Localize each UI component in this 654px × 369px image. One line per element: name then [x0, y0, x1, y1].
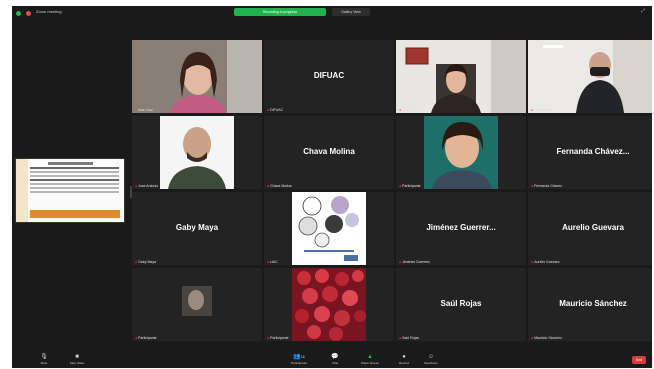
participant-video: [132, 116, 262, 189]
participant-caption: UAC: [270, 260, 278, 264]
participant-avatar: [264, 268, 394, 341]
participant-caption: Gaby Maya: [138, 260, 157, 264]
participant-name: Gaby Maya: [175, 223, 219, 232]
reactions-button[interactable]: ☺ Reactions: [418, 354, 444, 365]
muted-mic-icon: ●: [531, 336, 534, 340]
participant-tile[interactable]: Saúl Rojas ●Saúl Rojas: [396, 268, 526, 341]
participant-tile[interactable]: ●Participante: [132, 268, 262, 341]
muted-mic-icon: ●: [267, 336, 270, 340]
participant-tile[interactable]: ●Participante: [396, 116, 526, 189]
muted-mic-icon: ●: [135, 336, 138, 340]
zoom-window: Zoom meeting Recording in progress Galle…: [12, 6, 652, 368]
participant-video: [132, 40, 262, 113]
participant-caption: Usuario: [402, 108, 415, 112]
participant-tile[interactable]: DIFUAC ●DIFUAC: [264, 40, 394, 113]
participant-caption: DIFUAC: [270, 108, 284, 112]
participant-tile[interactable]: Jiménez Guerrer... ●Jiménez Guerrero: [396, 192, 526, 265]
recording-icon: [26, 11, 31, 16]
participant-caption: Chava Molina: [270, 184, 292, 188]
muted-mic-icon: ●: [267, 184, 270, 188]
video-camera-icon: ■: [75, 354, 79, 360]
muted-mic-icon: ●: [135, 260, 138, 264]
participant-tile[interactable]: ●Usuario: [396, 40, 526, 113]
muted-mic-icon: ●: [531, 184, 534, 188]
participant-avatar: [132, 268, 262, 341]
participant-name: Fernanda Chávez...: [556, 147, 630, 156]
muted-mic-icon: ●: [531, 260, 534, 264]
participant-tile[interactable]: Fernanda Chávez... ●Fernanda Chávez: [528, 116, 652, 189]
end-meeting-button[interactable]: End: [632, 356, 646, 364]
participants-count: 16: [300, 355, 305, 359]
participant-video: [396, 116, 526, 189]
mute-button[interactable]: 🎙 Mute: [30, 354, 58, 365]
participant-video: [396, 40, 526, 113]
participant-caption: Fernanda Chávez: [534, 184, 562, 188]
meeting-toolbar: 🎙 Mute ■ Stop Video 👥16 Participants 💬 Chat …: [12, 353, 652, 368]
muted-mic-icon: ●: [399, 108, 402, 112]
recording-banner[interactable]: Recording in progress: [234, 8, 326, 16]
title-bar: Zoom meeting Recording in progress Galle…: [12, 6, 652, 20]
participant-caption: Participante: [534, 108, 553, 112]
participant-tile[interactable]: Gaby Maya ●Gaby Maya: [132, 192, 262, 265]
muted-mic-icon: ●: [267, 260, 270, 264]
participant-name: Jiménez Guerrer...: [426, 223, 496, 232]
smiley-icon: ☺: [427, 354, 435, 360]
muted-mic-icon: ●: [135, 108, 138, 112]
muted-mic-icon: ●: [399, 336, 402, 340]
participant-tile[interactable]: ●UAC: [264, 192, 394, 265]
participants-button[interactable]: 👥16 Participants: [282, 354, 316, 365]
participant-caption: Jose Antonio: [138, 184, 159, 188]
muted-mic-icon: ●: [399, 184, 402, 188]
record-button[interactable]: ● Record: [394, 354, 414, 365]
fullscreen-icon[interactable]: ⤢: [641, 8, 649, 16]
participant-name: Chava Molina: [303, 147, 355, 156]
stop-video-button[interactable]: ■ Stop Video: [62, 354, 92, 365]
view-button[interactable]: Gallery View: [332, 8, 370, 16]
shared-screen-thumbnail[interactable]: [15, 158, 125, 223]
participant-tile[interactable]: ●Participante: [264, 268, 394, 341]
participant-name: DIFUAC: [313, 71, 345, 80]
shield-icon[interactable]: [16, 11, 21, 16]
participant-name: Aurelio Guevara: [562, 223, 624, 232]
microphone-icon: 🎙: [40, 354, 48, 360]
participant-tile[interactable]: Mauricio Sánchez ●Mauricio Sánchez: [528, 268, 652, 341]
share-screen-button[interactable]: ▲ Share Screen: [354, 354, 386, 365]
people-icon: 👥: [293, 354, 301, 360]
participant-caption: Participante: [402, 184, 421, 188]
document-footer-bar: [30, 210, 120, 218]
share-screen-icon: ▲: [367, 354, 373, 360]
document-heading: [47, 162, 93, 165]
participant-caption: Participante: [270, 336, 289, 340]
participant-caption: Participante: [138, 336, 157, 340]
chat-icon: 💬: [331, 354, 339, 360]
participant-tile[interactable]: Aurelio Guevara ●Aurelio Guevara: [528, 192, 652, 265]
participant-name: Mauricio Sánchez: [559, 299, 627, 308]
participant-caption: Mauricio Sánchez: [534, 336, 562, 340]
participant-video: [528, 40, 652, 113]
participant-tile[interactable]: ●Participante: [528, 40, 652, 113]
muted-mic-icon: ●: [531, 108, 534, 112]
participant-caption: Jiménez Guerrero: [402, 260, 431, 264]
participant-caption: Aurelio Guevara: [534, 260, 560, 264]
record-icon: ●: [402, 354, 406, 360]
participant-video: [264, 192, 394, 265]
participant-tile[interactable]: Chava Molina ●Chava Molina: [264, 116, 394, 189]
participant-tile[interactable]: ●Jose Antonio: [132, 116, 262, 189]
muted-mic-icon: ●: [267, 108, 270, 112]
document-margin: [16, 159, 28, 222]
window-title: Zoom meeting: [36, 9, 62, 14]
muted-mic-icon: ●: [399, 260, 402, 264]
participant-name: Saúl Rojas: [440, 299, 482, 308]
participant-caption: Ana Cruz: [138, 108, 153, 112]
muted-mic-icon: ●: [135, 184, 138, 188]
participant-tile[interactable]: ●Ana Cruz: [132, 40, 262, 113]
participant-caption: Saúl Rojas: [402, 336, 420, 340]
chat-button[interactable]: 💬 Chat: [326, 354, 344, 365]
